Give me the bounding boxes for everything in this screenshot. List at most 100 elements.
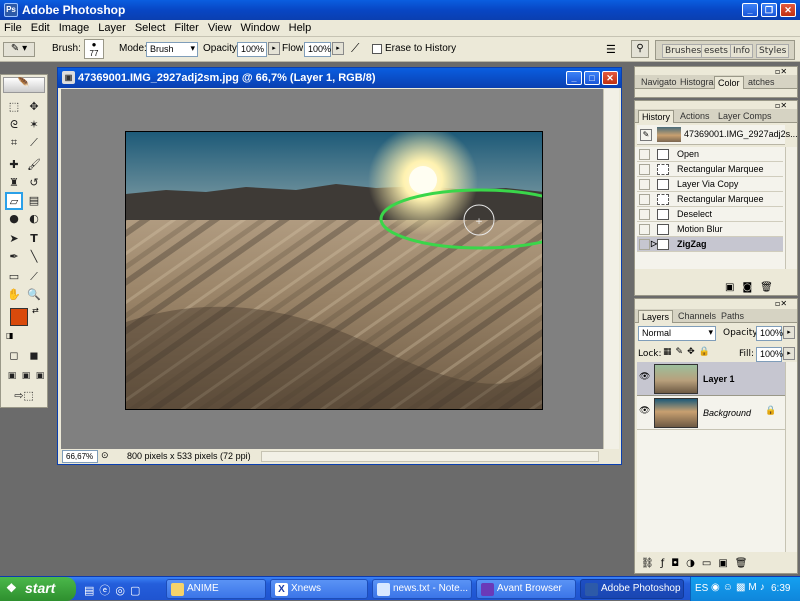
notes-tool-icon[interactable]: ▭ [6,269,22,285]
canvas-area[interactable]: + [61,89,603,449]
layer-mask-icon[interactable]: ◘ [671,558,686,569]
lasso-tool-icon[interactable]: ᘓ [6,117,22,133]
pen-tool-icon[interactable]: ✒ [6,249,22,265]
default-colors-icon[interactable]: ◨ [6,331,14,340]
history-brush-tool-icon[interactable]: ↺ [26,175,42,191]
history-snapshot[interactable]: ✎ 47369001.IMG_2927adj2s... [637,125,798,145]
airbrush-icon[interactable]: ⟋ [351,41,359,56]
messenger-icon[interactable]: ☺ [723,582,736,593]
menu-select[interactable]: Select [131,20,171,34]
type-tool-icon[interactable]: T [26,231,42,247]
app-icon[interactable]: ▢ [130,584,145,597]
screen-mode-full-icon[interactable]: ▣ [32,368,48,384]
layer-opacity-slider-button[interactable]: ▸ [783,326,795,339]
opacity-slider-button[interactable]: ▸ [268,42,280,55]
opacity-input[interactable]: 100% [237,42,267,57]
tab-swatches[interactable]: atches [745,76,778,88]
tab-history[interactable]: History [638,110,675,123]
swap-colors-icon[interactable]: ⇄ [32,306,39,315]
palette-well-brushes[interactable]: Brushes [662,44,705,58]
hand-tool-icon[interactable]: ✋ [6,287,22,303]
palette-well-info[interactable]: Info [730,44,754,58]
photo-canvas[interactable]: + [125,131,543,410]
fill-input[interactable]: 100% [756,347,783,362]
history-source-checkbox[interactable] [639,239,650,250]
maximize-button[interactable]: ❐ [761,3,777,17]
document-close-button[interactable]: ✕ [602,71,618,85]
lock-transparency-icon[interactable]: ▦ [663,347,676,357]
palette-well-styles[interactable]: Styles [756,44,790,58]
tab-navigator[interactable]: Navigato [638,76,680,88]
line-tool-icon[interactable]: ╲ [26,249,42,265]
eye-icon[interactable]: 👁 [639,406,650,416]
link-layers-icon[interactable]: ⛓ [641,558,661,569]
new-layer-icon[interactable]: ▣ [718,558,734,569]
network-icon[interactable]: ◉ [711,582,723,593]
menu-file[interactable]: File [0,20,27,34]
standard-mode-icon[interactable]: ◻ [6,348,22,364]
history-step[interactable]: Rectangular Marquee [637,162,783,177]
history-source-checkbox[interactable] [639,224,650,235]
close-button[interactable]: ✕ [780,3,796,17]
language-indicator[interactable]: ES [695,583,708,594]
menu-image[interactable]: Image [55,20,95,34]
taskbar-button-xnews[interactable]: X Xnews [270,579,368,599]
history-step[interactable]: Open [637,147,783,162]
mode-select[interactable]: Brush ▾ [146,42,198,57]
history-step[interactable]: Layer Via Copy [637,177,783,192]
erase-to-history-checkbox[interactable] [372,44,382,54]
menu-edit[interactable]: Edit [27,20,55,34]
palette-menu-icon[interactable]: ☰ [606,43,616,56]
blur-tool-icon[interactable]: ● [6,211,22,227]
gmail-icon[interactable]: M [748,582,759,593]
volume-icon[interactable]: ♪ [760,582,768,593]
layer-row-selected[interactable]: 👁 Layer 1 [637,362,785,396]
taskbar-button-anime[interactable]: ANIME [166,579,266,599]
path-selection-tool-icon[interactable]: ➤ [6,231,22,247]
eraser-preset-icon[interactable]: ✎ ▾ [3,42,35,57]
menu-window[interactable]: Window [237,20,285,34]
history-step[interactable]: Rectangular Marquee [637,192,783,207]
quick-mask-mode-icon[interactable]: ◼ [26,348,42,364]
move-tool-icon[interactable]: ✥ [26,99,42,115]
tab-paths[interactable]: Paths [718,310,747,322]
panel-close-icon[interactable]: ▫✕ [775,299,787,308]
menu-help[interactable]: Help [285,20,317,34]
history-source-checkbox[interactable] [639,194,650,205]
minimize-button[interactable]: _ [742,3,758,17]
flow-input[interactable]: 100% [304,42,331,57]
history-source-checkbox[interactable] [639,149,650,160]
new-document-from-state-icon[interactable]: ▣ [725,282,742,293]
layer-style-icon[interactable]: ƒ [661,558,672,569]
eye-icon[interactable]: 👁 [639,372,650,382]
healing-brush-tool-icon[interactable]: ✚ [6,157,22,173]
clone-stamp-tool-icon[interactable]: ♜ [6,175,22,191]
adjustment-layer-icon[interactable]: ◑ [686,558,702,569]
history-step-selected[interactable]: ▷ ZigZag [637,237,783,252]
layer-opacity-input[interactable]: 100% [756,326,783,341]
tab-color[interactable]: Color [714,76,744,89]
vertical-scrollbar[interactable] [603,89,619,449]
tab-actions[interactable]: Actions [677,110,713,122]
tab-layers[interactable]: Layers [638,310,674,323]
layers-scrollbar[interactable] [785,362,797,552]
trash-icon[interactable]: 🗑 [760,282,781,293]
slice-tool-icon[interactable]: ⟋ [26,135,42,151]
adobe-feather-icon[interactable]: 🪶 [3,77,45,93]
lock-all-icon[interactable]: 🔒 [699,347,714,357]
gradient-tool-icon[interactable]: ▤ [26,193,42,209]
eraser-tool-icon[interactable]: ▱ [5,192,23,210]
status-menu-icon[interactable]: ⊙ [101,450,109,461]
new-group-icon[interactable]: ▭ [702,558,718,569]
menu-filter[interactable]: Filter [170,20,203,34]
document-maximize-button[interactable]: □ [584,71,600,85]
dodge-tool-icon[interactable]: ◐ [26,211,42,227]
crop-tool-icon[interactable]: ⌗ [6,135,22,151]
explorer-icon[interactable]: ▤ [84,584,99,597]
foreground-color-swatch[interactable] [10,308,28,326]
panel-close-icon[interactable]: ▫✕ [775,101,787,110]
panel-close-icon[interactable]: ▫✕ [775,67,787,76]
jump-to-imageready-icon[interactable]: ⇨⬚ [6,388,42,404]
file-browser-icon[interactable]: ⚲ [631,40,649,58]
history-source-checkbox[interactable] [639,179,650,190]
